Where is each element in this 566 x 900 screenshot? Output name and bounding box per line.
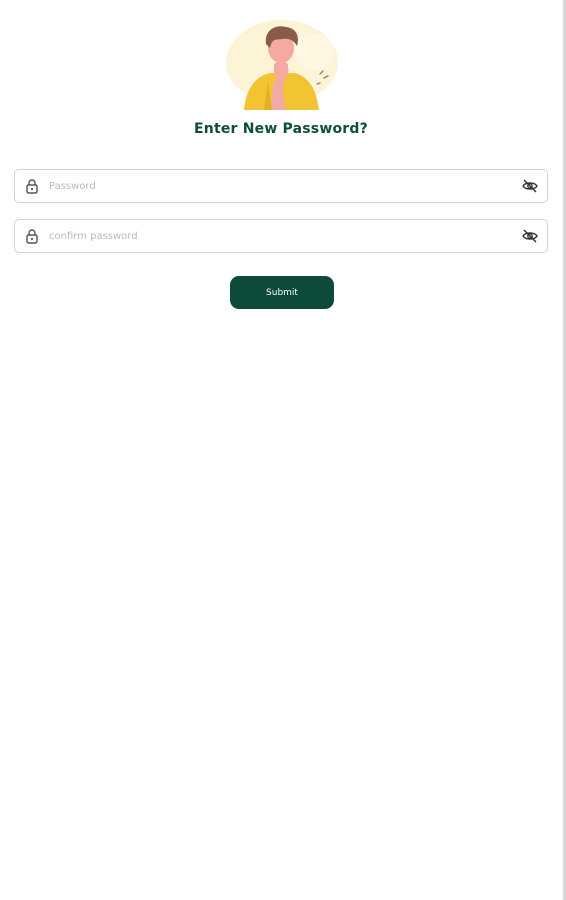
submit-button[interactable]: Submit [230,276,334,309]
password-input[interactable] [49,174,509,198]
confirm-password-input[interactable] [49,224,509,248]
password-field-container [14,169,548,203]
lock-icon [26,229,38,244]
reset-password-screen: Enter New Password? Submit [0,0,566,900]
confirm-password-field-container [14,219,548,253]
lock-icon [26,179,38,194]
eye-off-icon[interactable] [521,178,539,194]
page-title: Enter New Password? [194,121,368,137]
eye-off-icon[interactable] [521,228,539,244]
thinking-person-illustration [226,20,338,110]
